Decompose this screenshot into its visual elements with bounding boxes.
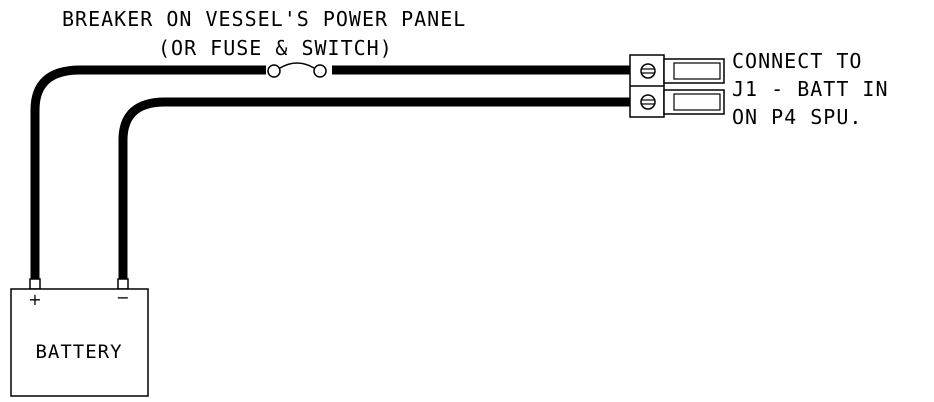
battery: + − BATTERY <box>10 278 149 397</box>
screw-terminal-top <box>640 63 656 79</box>
screw-terminal-bottom <box>640 94 656 110</box>
breaker-label-line2: (OR FUSE & SWITCH) <box>158 36 393 60</box>
breaker-label-line1: BREAKER ON VESSEL'S POWER PANEL <box>62 7 466 31</box>
connector-label-line1: CONNECT TO <box>732 49 862 73</box>
battery-label: BATTERY <box>35 341 122 363</box>
battery-positive-post <box>29 278 41 290</box>
battery-negative-symbol: − <box>116 288 129 307</box>
connector-label-line3: ON P4 SPU. <box>732 105 862 129</box>
connector-block <box>629 54 725 118</box>
breaker-symbol <box>266 62 332 78</box>
connector-label-line2: J1 - BATT IN <box>732 77 889 101</box>
negative-cable <box>118 97 632 282</box>
battery-positive-symbol: + <box>28 290 41 309</box>
wiring-diagram: + − BATTERY BREAKER ON VESSEL'S POWER PA… <box>10 7 889 397</box>
